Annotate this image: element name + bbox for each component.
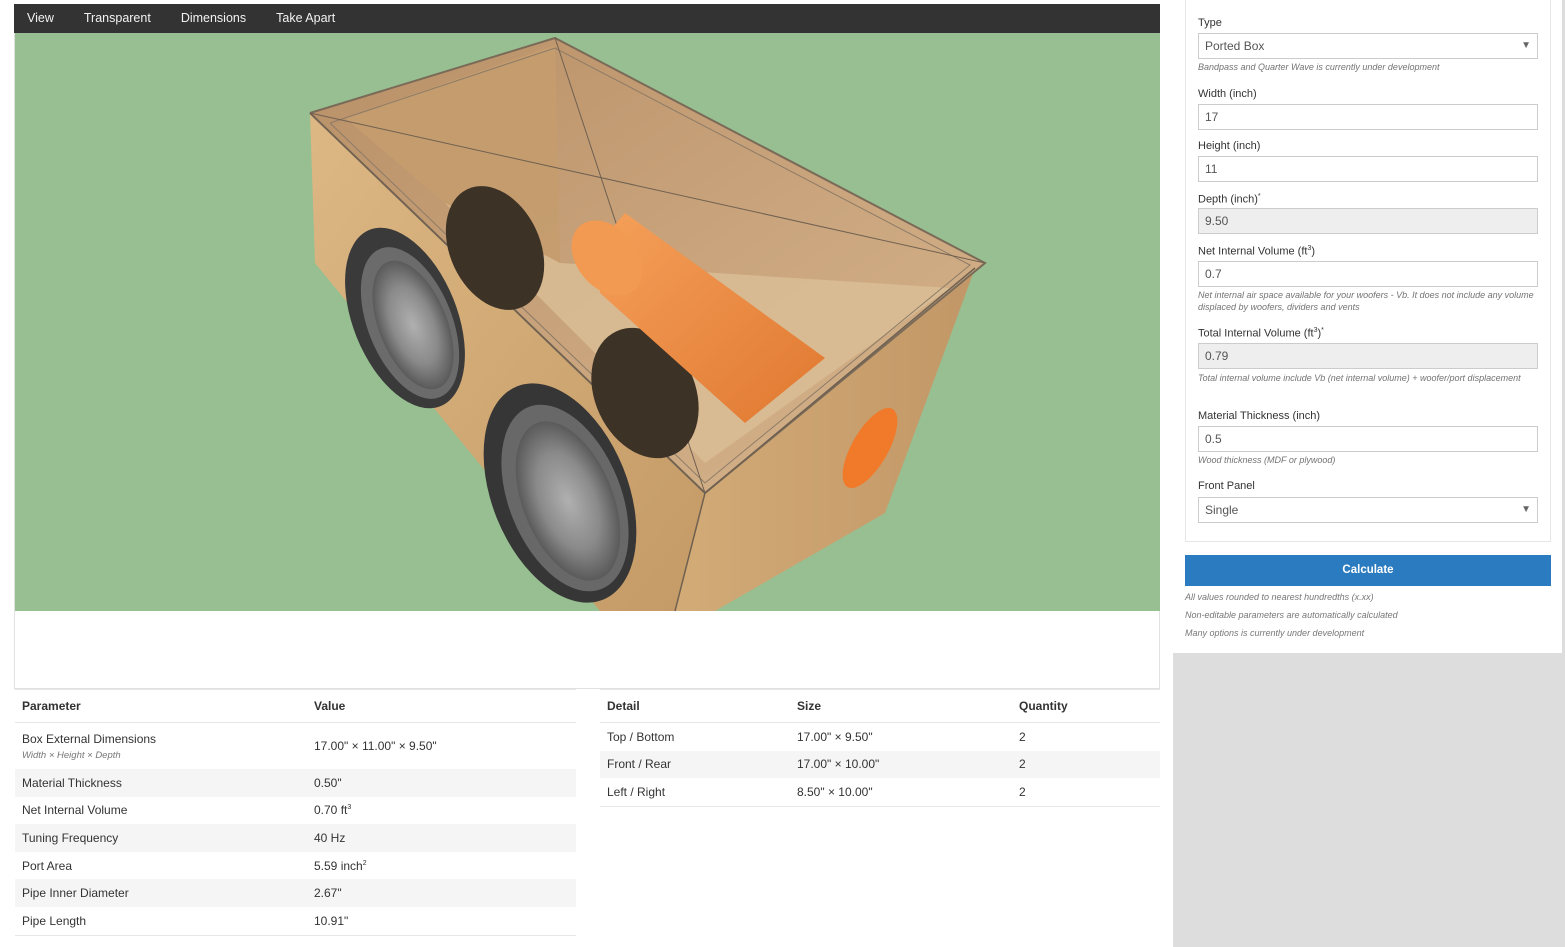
calculate-button[interactable]: Calculate	[1185, 555, 1551, 586]
table-row: Box External Dimensions Width × Height ×…	[15, 723, 576, 770]
type-help: Bandpass and Quarter Wave is currently u…	[1198, 62, 1440, 72]
table-row: Port Area 5.59 inch2	[15, 852, 576, 880]
chevron-down-icon: ▼	[1521, 40, 1531, 51]
depth-label: Depth (inch)	[1198, 193, 1258, 206]
front-panel-label: Front Panel	[1198, 480, 1255, 492]
detail-name: Front / Rear	[600, 750, 790, 779]
net-volume-label: Net Internal Volume (ft	[1198, 245, 1308, 258]
detail-qty: 2	[1012, 750, 1160, 779]
param-value: 0.70 ft	[314, 803, 348, 818]
table-row: Top / Bottom 17.00" × 9.50" 2	[600, 723, 1160, 751]
net-volume-input[interactable]: 0.7	[1198, 261, 1538, 287]
width-label: Width (inch)	[1198, 88, 1257, 100]
detail-qty: 2	[1019, 729, 1026, 744]
table-row: Net Internal Volume 0.70 ft3	[15, 797, 576, 825]
param-value: 10.91"	[314, 913, 349, 928]
total-volume-field: 0.79	[1198, 343, 1538, 369]
note-noneditable: Non-editable parameters are automaticall…	[1185, 610, 1398, 620]
type-label: Type	[1198, 17, 1222, 29]
table-row: Front / Rear 17.00" × 10.00" 2	[600, 750, 1160, 779]
viewer-menubar: View Transparent Dimensions Take Apart	[14, 4, 1160, 33]
depth-field: 9.50	[1198, 208, 1538, 234]
note-rounding: All values rounded to nearest hundredths…	[1185, 592, 1374, 602]
3d-box-viewport[interactable]	[15, 33, 1160, 611]
detail-size: 8.50" × 10.00"	[797, 784, 873, 799]
param-name: Port Area	[22, 858, 73, 873]
speaker-box-render	[309, 36, 987, 611]
front-panel-select[interactable]: Single ▼	[1198, 497, 1538, 523]
menu-transparent[interactable]: Transparent	[69, 4, 166, 33]
menu-dimensions[interactable]: Dimensions	[166, 4, 261, 33]
detail-name: Left / Right	[607, 784, 666, 799]
menu-take-apart[interactable]: Take Apart	[261, 4, 350, 33]
param-value: 40 Hz	[307, 824, 576, 852]
menu-view[interactable]: View	[14, 4, 69, 33]
parameter-table: Parameter Value Box External Dimensions …	[15, 689, 576, 936]
detail-size: 17.00" × 10.00"	[790, 750, 1012, 779]
height-label: Height (inch)	[1198, 140, 1261, 152]
cut-list-table: Detail Size Quantity Top / Bottom 17.00"…	[600, 689, 1160, 807]
note-development: Many options is currently under developm…	[1185, 628, 1365, 638]
detail-size: 17.00" × 9.50"	[797, 729, 873, 744]
param-name: Material Thickness	[15, 769, 307, 797]
thickness-help: Wood thickness (MDF or plywood)	[1198, 455, 1336, 465]
param-name: Pipe Inner Diameter	[15, 879, 307, 907]
param-value: 17.00" × 11.00" × 9.50"	[314, 739, 437, 753]
total-volume-help: Total internal volume include Vb (net in…	[1198, 373, 1521, 383]
detail-qty: 2	[1019, 784, 1026, 799]
table-row: Pipe Length 10.91"	[15, 907, 576, 935]
param-name: Box External Dimensions	[22, 731, 157, 746]
param-name: Net Internal Volume	[22, 803, 128, 818]
detail-name: Top / Bottom	[607, 729, 675, 744]
height-input[interactable]: 11	[1198, 156, 1538, 182]
type-select-value: Ported Box	[1205, 39, 1265, 53]
col-quantity: Quantity	[1012, 689, 1160, 723]
net-volume-help: Net internal air space available for you…	[1198, 290, 1534, 312]
param-subtext: Width × Height × Depth	[22, 749, 121, 761]
table-row: Material Thickness 0.50"	[15, 769, 576, 797]
total-volume-label: Total Internal Volume (ft	[1198, 327, 1314, 340]
col-size: Size	[790, 689, 1012, 723]
width-input[interactable]: 17	[1198, 104, 1538, 130]
param-name: Pipe Length	[22, 913, 87, 928]
table-row: Tuning Frequency 40 Hz	[15, 824, 576, 852]
param-value: 0.50"	[307, 769, 576, 797]
col-parameter: Parameter	[15, 689, 307, 723]
param-value: 5.59 inch	[314, 858, 363, 873]
param-name: Tuning Frequency	[15, 824, 307, 852]
table-row: Pipe Inner Diameter 2.67"	[15, 879, 576, 907]
col-detail: Detail	[600, 689, 790, 723]
thickness-input[interactable]: 0.5	[1198, 426, 1538, 452]
type-select[interactable]: Ported Box ▼	[1198, 33, 1538, 59]
table-row: Left / Right 8.50" × 10.00" 2	[600, 778, 1160, 806]
thickness-label: Material Thickness (inch)	[1198, 410, 1321, 422]
param-value: 2.67"	[307, 879, 576, 907]
col-value: Value	[307, 689, 576, 723]
front-panel-select-value: Single	[1205, 503, 1239, 517]
chevron-down-icon: ▼	[1521, 504, 1531, 515]
